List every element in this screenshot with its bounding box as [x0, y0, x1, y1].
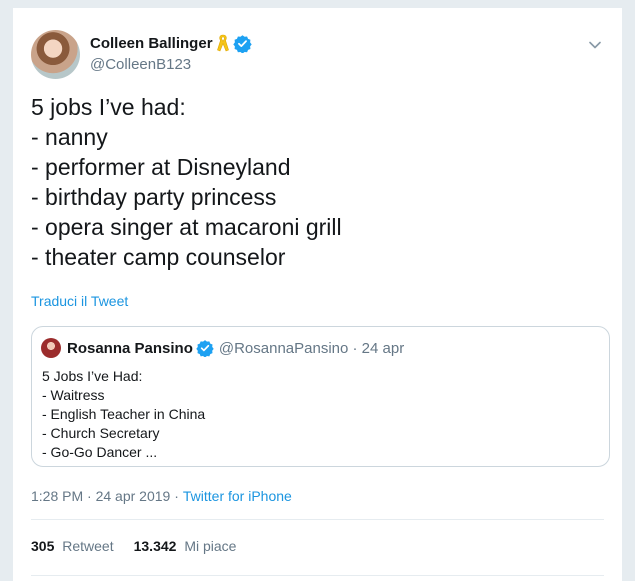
- tweet-card: Colleen Ballinger @ColleenB123 5 jobs I’…: [12, 8, 623, 581]
- divider: [31, 519, 604, 520]
- chevron-down-icon[interactable]: [586, 36, 604, 54]
- tweet-line: - nanny: [31, 124, 108, 150]
- likes-label: Mi piace: [184, 538, 237, 554]
- likes-count: 13.342: [133, 538, 177, 554]
- tweet-line: - theater camp counselor: [31, 244, 286, 270]
- tweet-source-link[interactable]: Twitter for iPhone: [183, 488, 292, 504]
- likes-stat[interactable]: 13.342 Mi piace: [134, 538, 237, 554]
- quoted-author-handle-date: @RosannaPansino · 24 apr: [218, 339, 405, 357]
- quoted-line: - Go-Go Dancer ...: [42, 444, 158, 460]
- tweet-timestamp[interactable]: 1:28 PM · 24 apr 2019 ·: [31, 488, 179, 504]
- quoted-tweet-header: Rosanna Pansino @RosannaPansino · 24 apr: [41, 338, 404, 358]
- author-display-name[interactable]: Colleen Ballinger: [90, 35, 213, 52]
- tweet-line: - opera singer at macaroni grill: [31, 214, 342, 240]
- author-handle[interactable]: @ColleenB123: [90, 56, 252, 73]
- quoted-line: - Waitress: [42, 387, 105, 403]
- verified-badge-icon: [232, 34, 252, 54]
- tweet-header: Colleen Ballinger @ColleenB123: [31, 30, 604, 82]
- author-avatar[interactable]: [31, 30, 80, 79]
- tweet-line: - performer at Disneyland: [31, 154, 291, 180]
- verified-badge-icon: [196, 339, 214, 358]
- tweet-meta: 1:28 PM · 24 apr 2019 · Twitter for iPho…: [31, 488, 292, 504]
- tweet-line: 5 jobs I’ve had:: [31, 94, 186, 120]
- quoted-tweet-text: 5 Jobs I’ve Had: - Waitress - English Te…: [42, 367, 205, 462]
- retweets-count: 305: [31, 538, 55, 554]
- quoted-line: - Church Secretary: [42, 425, 160, 441]
- quoted-author-display-name: Rosanna Pansino: [67, 339, 193, 357]
- quoted-line: - English Teacher in China: [42, 406, 206, 422]
- quoted-tweet[interactable]: Rosanna Pansino @RosannaPansino · 24 apr…: [31, 326, 610, 467]
- tweet-stats: 305 Retweet 13.342 Mi piace: [31, 538, 256, 554]
- author-names: Colleen Ballinger @ColleenB123: [90, 33, 252, 73]
- divider: [31, 575, 604, 576]
- yellow-ribbon-icon: [216, 34, 230, 52]
- quoted-line: 5 Jobs I’ve Had:: [42, 368, 143, 384]
- retweets-stat[interactable]: 305 Retweet: [31, 538, 114, 554]
- quoted-author-avatar: [41, 338, 61, 358]
- author-display-name-row[interactable]: Colleen Ballinger: [90, 33, 252, 54]
- tweet-text: 5 jobs I’ve had: - nanny - performer at …: [31, 92, 601, 272]
- tweet-line: - birthday party princess: [31, 184, 277, 210]
- translate-tweet-link[interactable]: Traduci il Tweet: [31, 293, 128, 309]
- retweets-label: Retweet: [62, 538, 114, 554]
